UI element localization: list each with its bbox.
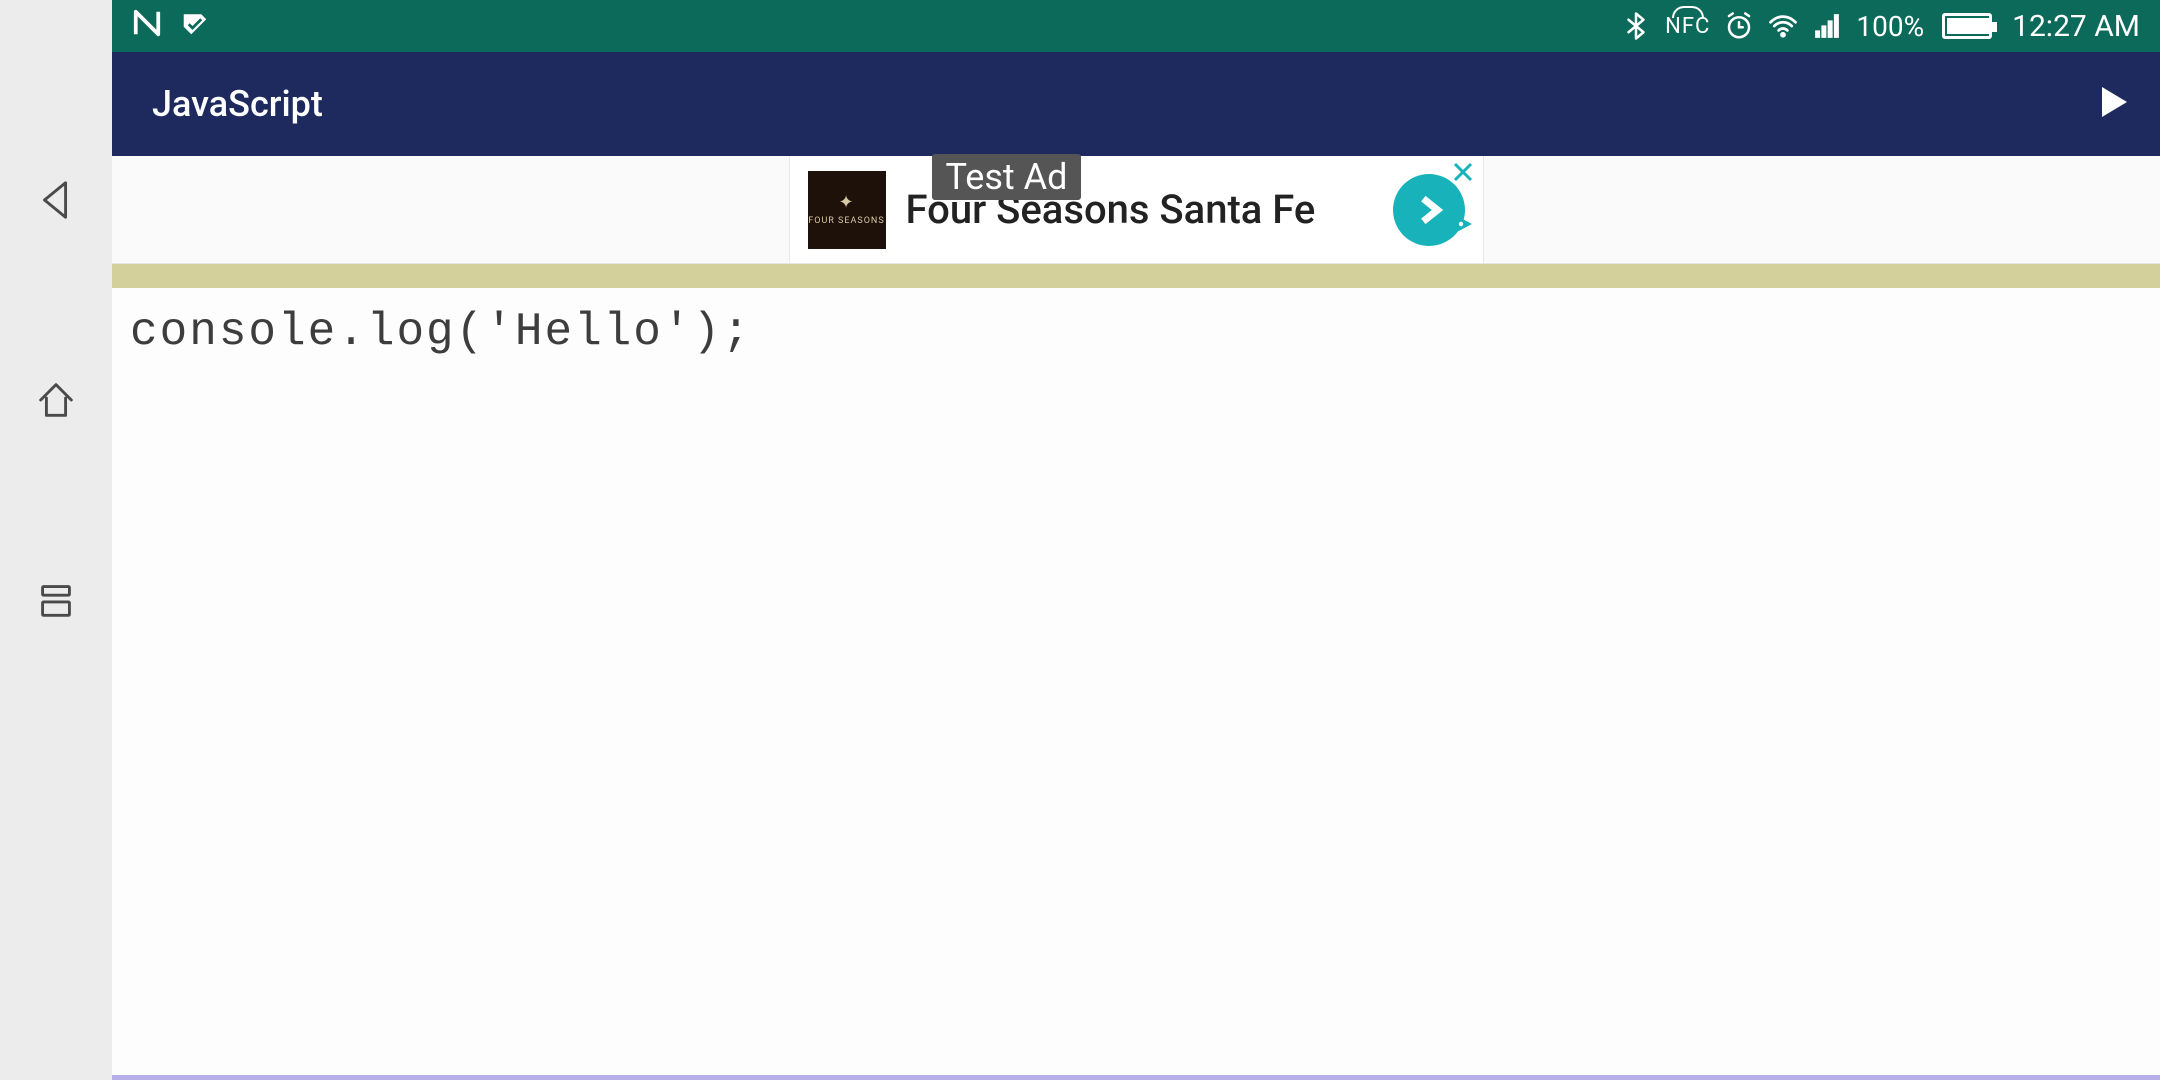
back-button[interactable] — [26, 170, 86, 230]
app-title: JavaScript — [152, 83, 323, 125]
ad-brand: FOUR SEASONS — [808, 216, 884, 226]
app-area: NFC 100% 12:27 AM JavaScript ✦ FOUR SE — [112, 0, 2160, 1080]
adchoices-button[interactable] — [1451, 212, 1475, 240]
alarm-icon — [1724, 11, 1754, 41]
ad-banner[interactable]: ✦ FOUR SEASONS Four Seasons Santa Fe Tes… — [789, 156, 1484, 263]
wifi-icon — [1768, 11, 1798, 41]
app-toolbar: JavaScript — [112, 52, 2160, 156]
code-content[interactable]: console.log('Hello'); — [130, 306, 2160, 358]
status-clock: 12:27 AM — [2012, 9, 2140, 44]
nfc-indicator: NFC — [1665, 14, 1710, 39]
ad-test-label: Test Ad — [932, 154, 1082, 200]
notification-icon-n — [132, 8, 162, 45]
close-icon — [1451, 160, 1475, 184]
run-button[interactable] — [2092, 82, 2132, 126]
recents-icon — [33, 577, 79, 623]
system-nav-bar — [0, 0, 112, 1080]
cellular-signal-icon — [1812, 11, 1842, 41]
status-right: NFC 100% 12:27 AM — [1621, 9, 2140, 44]
play-icon — [2092, 82, 2132, 122]
battery-icon — [1942, 13, 1992, 39]
code-editor[interactable]: console.log('Hello'); — [112, 288, 2160, 1080]
adchoices-icon — [1451, 212, 1475, 236]
status-left — [132, 8, 210, 45]
ad-banner-row: ✦ FOUR SEASONS Four Seasons Santa Fe Tes… — [112, 156, 2160, 264]
recents-button[interactable] — [26, 570, 86, 630]
home-button[interactable] — [26, 370, 86, 430]
chevron-right-icon — [1412, 193, 1446, 227]
ad-logo: ✦ FOUR SEASONS — [808, 171, 886, 249]
status-bar: NFC 100% 12:27 AM — [112, 0, 2160, 52]
back-icon — [33, 177, 79, 223]
notification-icon-check — [180, 8, 210, 45]
divider-strip — [112, 264, 2160, 288]
ad-close-button[interactable] — [1451, 160, 1475, 188]
bluetooth-icon — [1621, 11, 1651, 41]
home-icon — [33, 377, 79, 423]
ad-controls — [1451, 160, 1475, 240]
battery-percent: 100% — [1856, 10, 1924, 43]
editor-cursor-underline — [112, 1075, 2160, 1080]
